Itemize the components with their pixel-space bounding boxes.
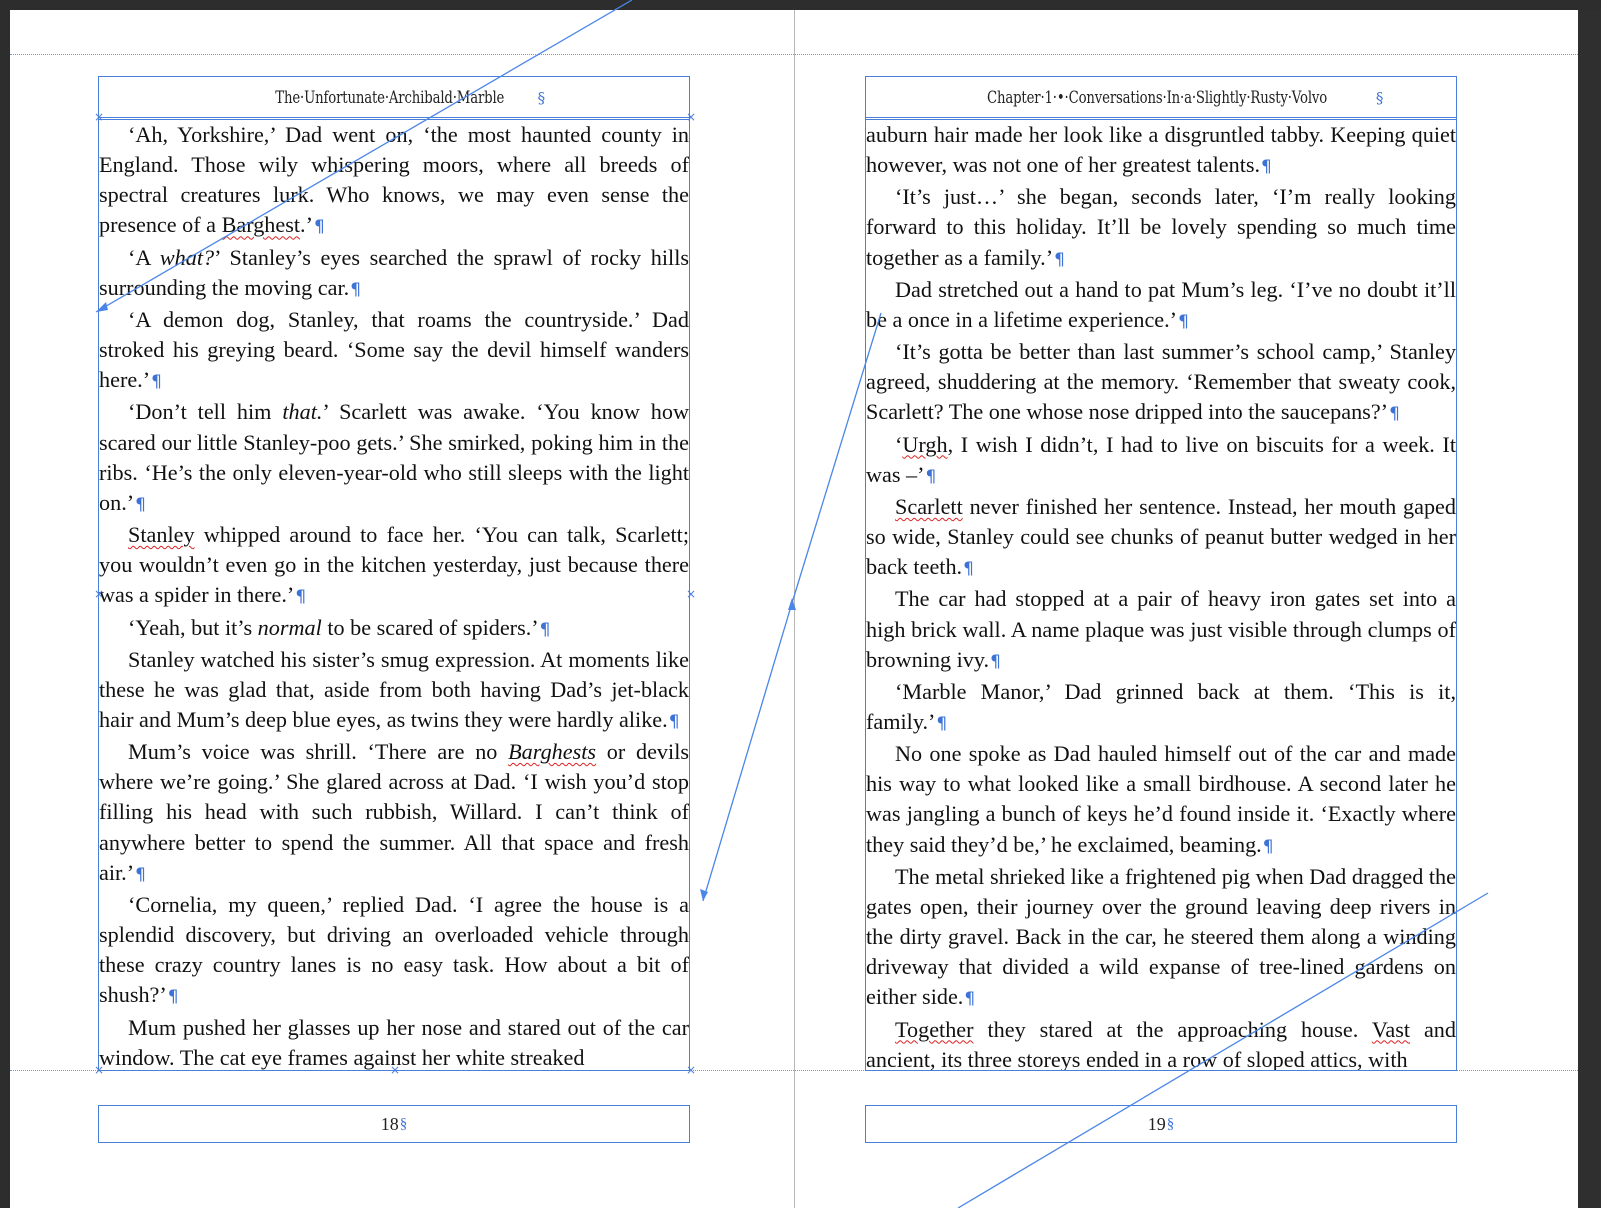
- story-paragraph[interactable]: Together they stared at the approaching …: [866, 1015, 1456, 1070]
- story-paragraph[interactable]: Dad stretched out a hand to pat Mum’s le…: [866, 275, 1456, 337]
- spellcheck-flagged-word: Scarlett: [895, 493, 963, 519]
- right-folio-frame[interactable]: 19 §: [865, 1105, 1457, 1143]
- frame-handle-icon[interactable]: ×: [686, 588, 696, 600]
- spellcheck-flagged-word: Urgh: [902, 431, 948, 457]
- pilcrow-icon: ¶: [313, 217, 325, 238]
- paragraph-text: to be scared of spiders.’: [321, 614, 539, 640]
- story-paragraph[interactable]: The metal shrieked like a frightened pig…: [866, 862, 1456, 1015]
- story-paragraph[interactable]: Mum’s voice was shrill. ‘There are no Ba…: [99, 737, 689, 890]
- story-paragraph[interactable]: Stanley watched his sister’s smug expres…: [99, 645, 689, 737]
- frame-handle-icon[interactable]: ×: [686, 1064, 696, 1076]
- paragraph-text: .’: [300, 212, 313, 238]
- right-running-head: Chapter·1·•·Conversations·In·a·Slightly·…: [986, 88, 1327, 108]
- pilcrow-icon: ¶: [1262, 836, 1274, 857]
- pilcrow-icon: ¶: [936, 713, 948, 734]
- text-link-icon: §: [1375, 89, 1384, 107]
- spellcheck-flagged-word: Barghest: [221, 212, 301, 238]
- story-paragraph[interactable]: No one spoke as Dad hauled himself out o…: [866, 739, 1456, 862]
- frame-handle-icon[interactable]: ×: [94, 588, 104, 600]
- text-link-icon: §: [1166, 1115, 1175, 1132]
- story-paragraph[interactable]: ‘Don’t tell him that.’ Scarlett was awak…: [99, 397, 689, 520]
- paragraph-text: Dad stretched out a hand to pat Mum’s le…: [866, 276, 1456, 332]
- text-link-icon: §: [399, 1115, 408, 1132]
- story-paragraph[interactable]: Scarlett never finished her sentence. In…: [866, 492, 1456, 584]
- pilcrow-icon: ¶: [963, 559, 974, 580]
- right-running-head-frame[interactable]: Chapter·1·•·Conversations·In·a·Slightly·…: [865, 76, 1457, 120]
- frame-handle-icon[interactable]: ×: [390, 1064, 400, 1076]
- paragraph-text: Stanley watched his sister’s smug expres…: [99, 646, 689, 732]
- frame-handle-icon[interactable]: ×: [94, 1064, 104, 1076]
- story-paragraph[interactable]: ‘Marble Manor,’ Dad grinned back at them…: [866, 677, 1456, 739]
- story-paragraph[interactable]: ‘Cornelia, my queen,’ replied Dad. ‘I ag…: [99, 890, 689, 1013]
- spellcheck-flagged-word: Vast: [1371, 1016, 1411, 1042]
- paragraph-text: ‘A demon dog, Stanley, that roams the co…: [99, 306, 689, 393]
- pilcrow-icon: ¶: [135, 864, 146, 885]
- paragraph-text: No one spoke as Dad hauled himself out o…: [866, 741, 1456, 857]
- paragraph-text: ‘Ah, Yorkshire,’ Dad went on, ‘the most …: [99, 122, 689, 238]
- story-paragraph[interactable]: ‘Urgh, I wish I didn’t, I had to live on…: [866, 430, 1456, 492]
- pilcrow-icon: ¶: [990, 651, 1001, 672]
- paragraph-text: ‘Marble Manor,’ Dad grinned back at them…: [866, 678, 1456, 734]
- paragraph-text: ‘A: [128, 244, 160, 270]
- frame-handle-icon[interactable]: ×: [686, 111, 696, 123]
- document-spread: The·Unfortunate·Archibald·Marble § ‘Ah, Y…: [10, 10, 1578, 1208]
- right-text-frame[interactable]: auburn hair made her look like a disgrun…: [865, 117, 1457, 1071]
- story-paragraph[interactable]: ‘It’s gotta be better than last summer’s…: [866, 337, 1456, 429]
- pilcrow-icon: ¶: [1178, 311, 1189, 332]
- pilcrow-icon: ¶: [925, 466, 937, 487]
- story-paragraph[interactable]: ‘It’s just…’ she began, seconds later, ‘…: [866, 182, 1456, 274]
- story-paragraph[interactable]: ‘Yeah, but it’s normal to be scared of s…: [99, 613, 689, 645]
- right-page-number: 19: [1147, 1113, 1166, 1134]
- story-paragraph[interactable]: The car had stopped at a pair of heavy i…: [866, 584, 1456, 676]
- paragraph-text: auburn hair made her look like a disgrun…: [866, 122, 1456, 178]
- paragraph-text: that.: [282, 399, 323, 425]
- paragraph-text: they stared at the approaching house.: [973, 1016, 1372, 1042]
- paragraph-text: ‘Cornelia, my queen,’ replied Dad. ‘I ag…: [99, 891, 689, 1008]
- vertical-scrollbar[interactable]: [1578, 10, 1601, 1208]
- paragraph-text: ‘It’s gotta be better than last summer’s…: [866, 339, 1456, 425]
- paragraph-text: what?: [159, 244, 215, 270]
- pilcrow-icon: ¶: [1054, 249, 1065, 270]
- paragraph-text: ‘Yeah, but it’s: [128, 614, 258, 640]
- pilcrow-icon: ¶: [668, 711, 680, 732]
- story-paragraph[interactable]: ‘A what?’ Stanley’s eyes searched the sp…: [99, 243, 689, 305]
- pilcrow-icon: ¶: [135, 494, 146, 515]
- pilcrow-icon: ¶: [539, 619, 551, 640]
- paragraph-text: , I wish I didn’t, I had to live on bisc…: [866, 431, 1456, 487]
- pilcrow-icon: ¶: [1389, 404, 1400, 425]
- spellcheck-flagged-word: Together: [895, 1016, 974, 1042]
- frame-handle-icon[interactable]: ×: [94, 111, 104, 123]
- story-paragraph[interactable]: Stanley whipped around to face her. ‘You…: [99, 520, 689, 612]
- paragraph-text: ‘It’s just…’ she began, seconds later, ‘…: [866, 184, 1456, 270]
- paragraph-text: The metal shrieked like a frightened pig…: [866, 863, 1456, 1010]
- story-paragraph[interactable]: ‘Ah, Yorkshire,’ Dad went on, ‘the most …: [99, 120, 689, 243]
- pilcrow-icon: ¶: [964, 989, 976, 1010]
- paragraph-text: Mum pushed her glasses up her nose and s…: [99, 1014, 689, 1070]
- pilcrow-icon: ¶: [295, 587, 307, 608]
- left-running-head: The·Unfortunate·Archibald·Marble: [275, 88, 505, 108]
- pilcrow-icon: ¶: [1261, 157, 1272, 178]
- story-paragraph[interactable]: auburn hair made her look like a disgrun…: [866, 120, 1456, 182]
- pilcrow-icon: ¶: [350, 279, 362, 300]
- left-page-number: 18: [380, 1113, 399, 1134]
- left-running-head-frame[interactable]: The·Unfortunate·Archibald·Marble §: [98, 76, 690, 120]
- pilcrow-icon: ¶: [167, 987, 179, 1008]
- spread-spine: [794, 10, 795, 1208]
- left-folio-frame[interactable]: 18 §: [98, 1105, 690, 1143]
- pilcrow-icon: ¶: [151, 372, 162, 393]
- story-paragraph[interactable]: ‘A demon dog, Stanley, that roams the co…: [99, 305, 689, 397]
- paragraph-text: The car had stopped at a pair of heavy i…: [866, 586, 1456, 672]
- paragraph-text: normal: [257, 614, 322, 640]
- paragraph-text: ‘Don’t tell him: [128, 399, 283, 425]
- spellcheck-flagged-word: Barghests: [508, 739, 597, 765]
- left-text-frame[interactable]: ‘Ah, Yorkshire,’ Dad went on, ‘the most …: [98, 117, 690, 1071]
- text-link-icon: §: [537, 89, 546, 107]
- spellcheck-flagged-word: Stanley: [128, 522, 195, 548]
- paragraph-text: Mum’s voice was shrill. ‘There are no: [128, 739, 509, 765]
